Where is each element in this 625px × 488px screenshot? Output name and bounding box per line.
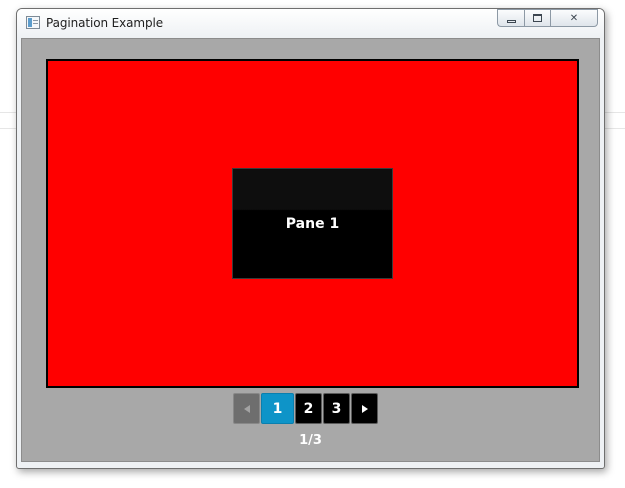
title-bar[interactable]: Pagination Example ✕: [17, 9, 604, 38]
window-title: Pagination Example: [46, 16, 164, 30]
close-icon: ✕: [569, 12, 579, 24]
maximize-icon: [533, 14, 542, 22]
pagination-control: 1 2 3: [233, 393, 378, 424]
page-info-label: 1/3: [299, 433, 322, 448]
minimize-icon: [506, 19, 516, 23]
pane-label: Pane 1: [285, 215, 340, 232]
pane: Pane 1: [232, 168, 393, 279]
page-button-2[interactable]: 2: [295, 393, 322, 424]
maximize-button[interactable]: [524, 9, 550, 27]
caption-buttons: ✕: [497, 9, 598, 27]
app-window: Pagination Example ✕ Pane 1 1 2 3 1/3: [16, 8, 605, 469]
page-button-3[interactable]: 3: [323, 393, 350, 424]
pagination-page-content: Pane 1: [46, 59, 579, 388]
window-client-area: Pane 1 1 2 3 1/3: [21, 38, 600, 462]
minimize-button[interactable]: [497, 9, 524, 27]
next-page-button[interactable]: [351, 393, 378, 424]
previous-page-button[interactable]: [233, 393, 260, 424]
close-button[interactable]: ✕: [550, 9, 598, 27]
page-button-1[interactable]: 1: [261, 393, 294, 424]
chevron-left-icon: [243, 404, 250, 413]
chevron-right-icon: [361, 404, 368, 413]
window-app-icon[interactable]: [26, 16, 40, 29]
